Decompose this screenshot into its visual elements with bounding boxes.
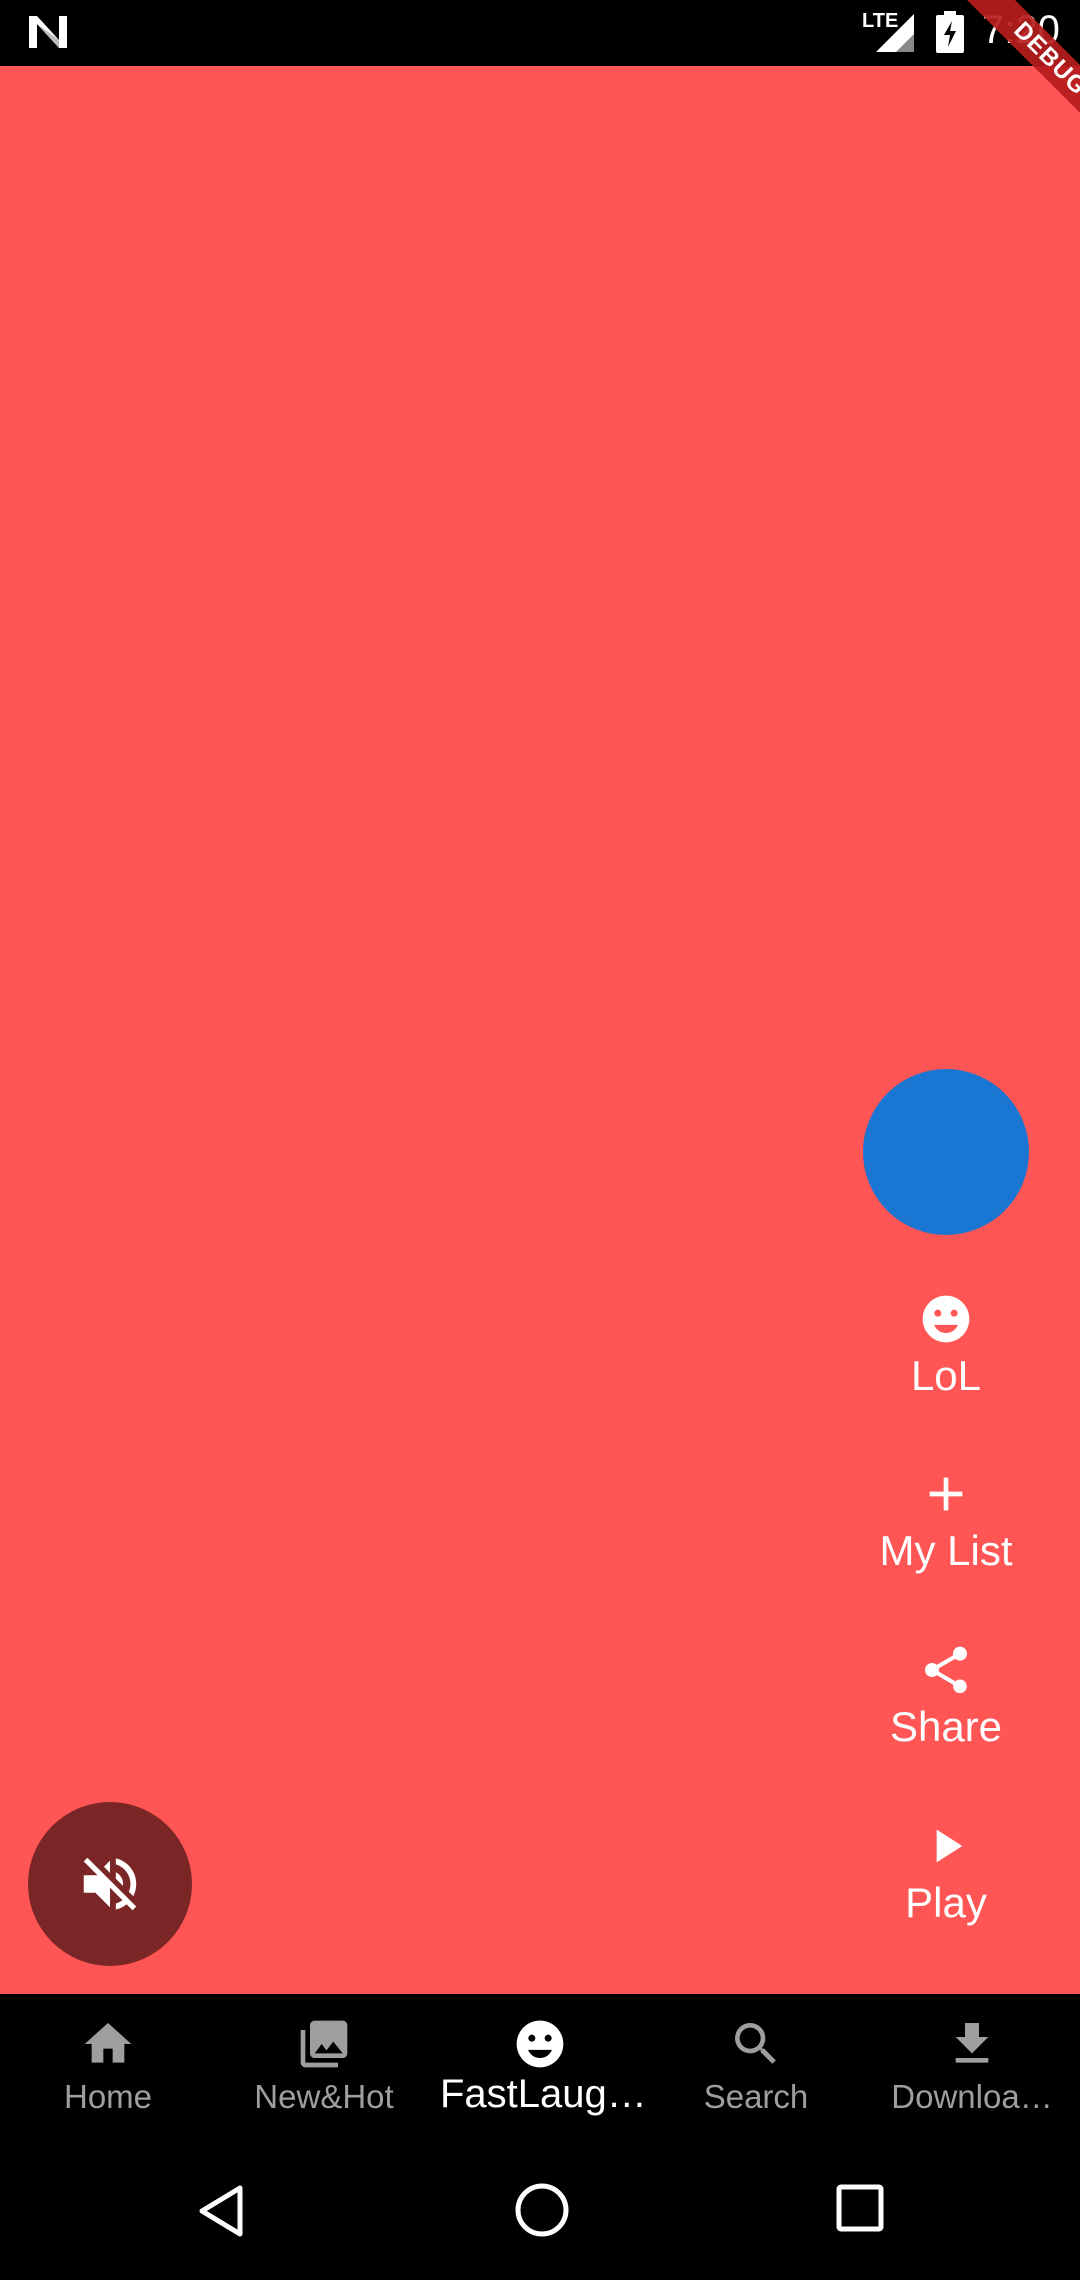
play-button[interactable]: Play <box>860 1818 1032 1928</box>
nav-label: Downloa… <box>891 2078 1053 2115</box>
nav-item-downloads[interactable]: Downloa… <box>864 1994 1080 2140</box>
emoji-smile-icon <box>922 1295 970 1343</box>
screen: LTE 7:20 DEBUG LoL My List <box>0 0 1080 2280</box>
back-icon[interactable] <box>196 2184 246 2238</box>
nav-item-home[interactable]: Home <box>0 1994 216 2140</box>
share-label: Share <box>889 1703 1003 1750</box>
nav-label: Home <box>63 2078 153 2115</box>
bottom-nav: Home New&Hot FastLaug… Search Downloa… <box>0 1994 1080 2140</box>
lol-label: LoL <box>910 1352 982 1399</box>
play-icon <box>936 1829 963 1863</box>
plus-icon <box>929 1477 963 1511</box>
my-list-label: My List <box>879 1527 1013 1574</box>
my-list-button[interactable]: My List <box>860 1466 1032 1576</box>
video-area[interactable]: LoL My List Share Play <box>0 66 1080 1994</box>
nav-label: New&Hot <box>254 2078 394 2115</box>
nav-item-new-hot[interactable]: New&Hot <box>216 1994 432 2140</box>
search-icon <box>735 2023 776 2064</box>
photo-library-icon <box>300 2020 348 2068</box>
nav-item-search[interactable]: Search <box>648 1994 864 2140</box>
play-label: Play <box>905 1879 987 1926</box>
download-icon <box>955 2023 989 2063</box>
nav-label: FastLaug… <box>440 2072 647 2116</box>
lol-button[interactable]: LoL <box>860 1291 1032 1401</box>
home-icon <box>84 2023 132 2063</box>
avatar[interactable] <box>863 1069 1029 1235</box>
share-button[interactable]: Share <box>860 1642 1032 1752</box>
home-circle-icon[interactable] <box>514 2182 570 2238</box>
system-nav-bar <box>0 2140 1080 2280</box>
emoji-smile-icon <box>516 2020 564 2068</box>
mute-toggle-button[interactable] <box>28 1802 192 1966</box>
share-icon <box>925 1646 967 1694</box>
nav-item-fast-laughs[interactable]: FastLaug… <box>432 1994 648 2140</box>
notification-n-icon <box>29 16 67 48</box>
debug-banner: DEBUG <box>900 0 1080 180</box>
nav-label: Search <box>703 2078 809 2115</box>
volume-off-icon <box>83 1857 137 1911</box>
recent-apps-icon[interactable] <box>836 2184 884 2232</box>
debug-label: DEBUG <box>946 0 1080 163</box>
